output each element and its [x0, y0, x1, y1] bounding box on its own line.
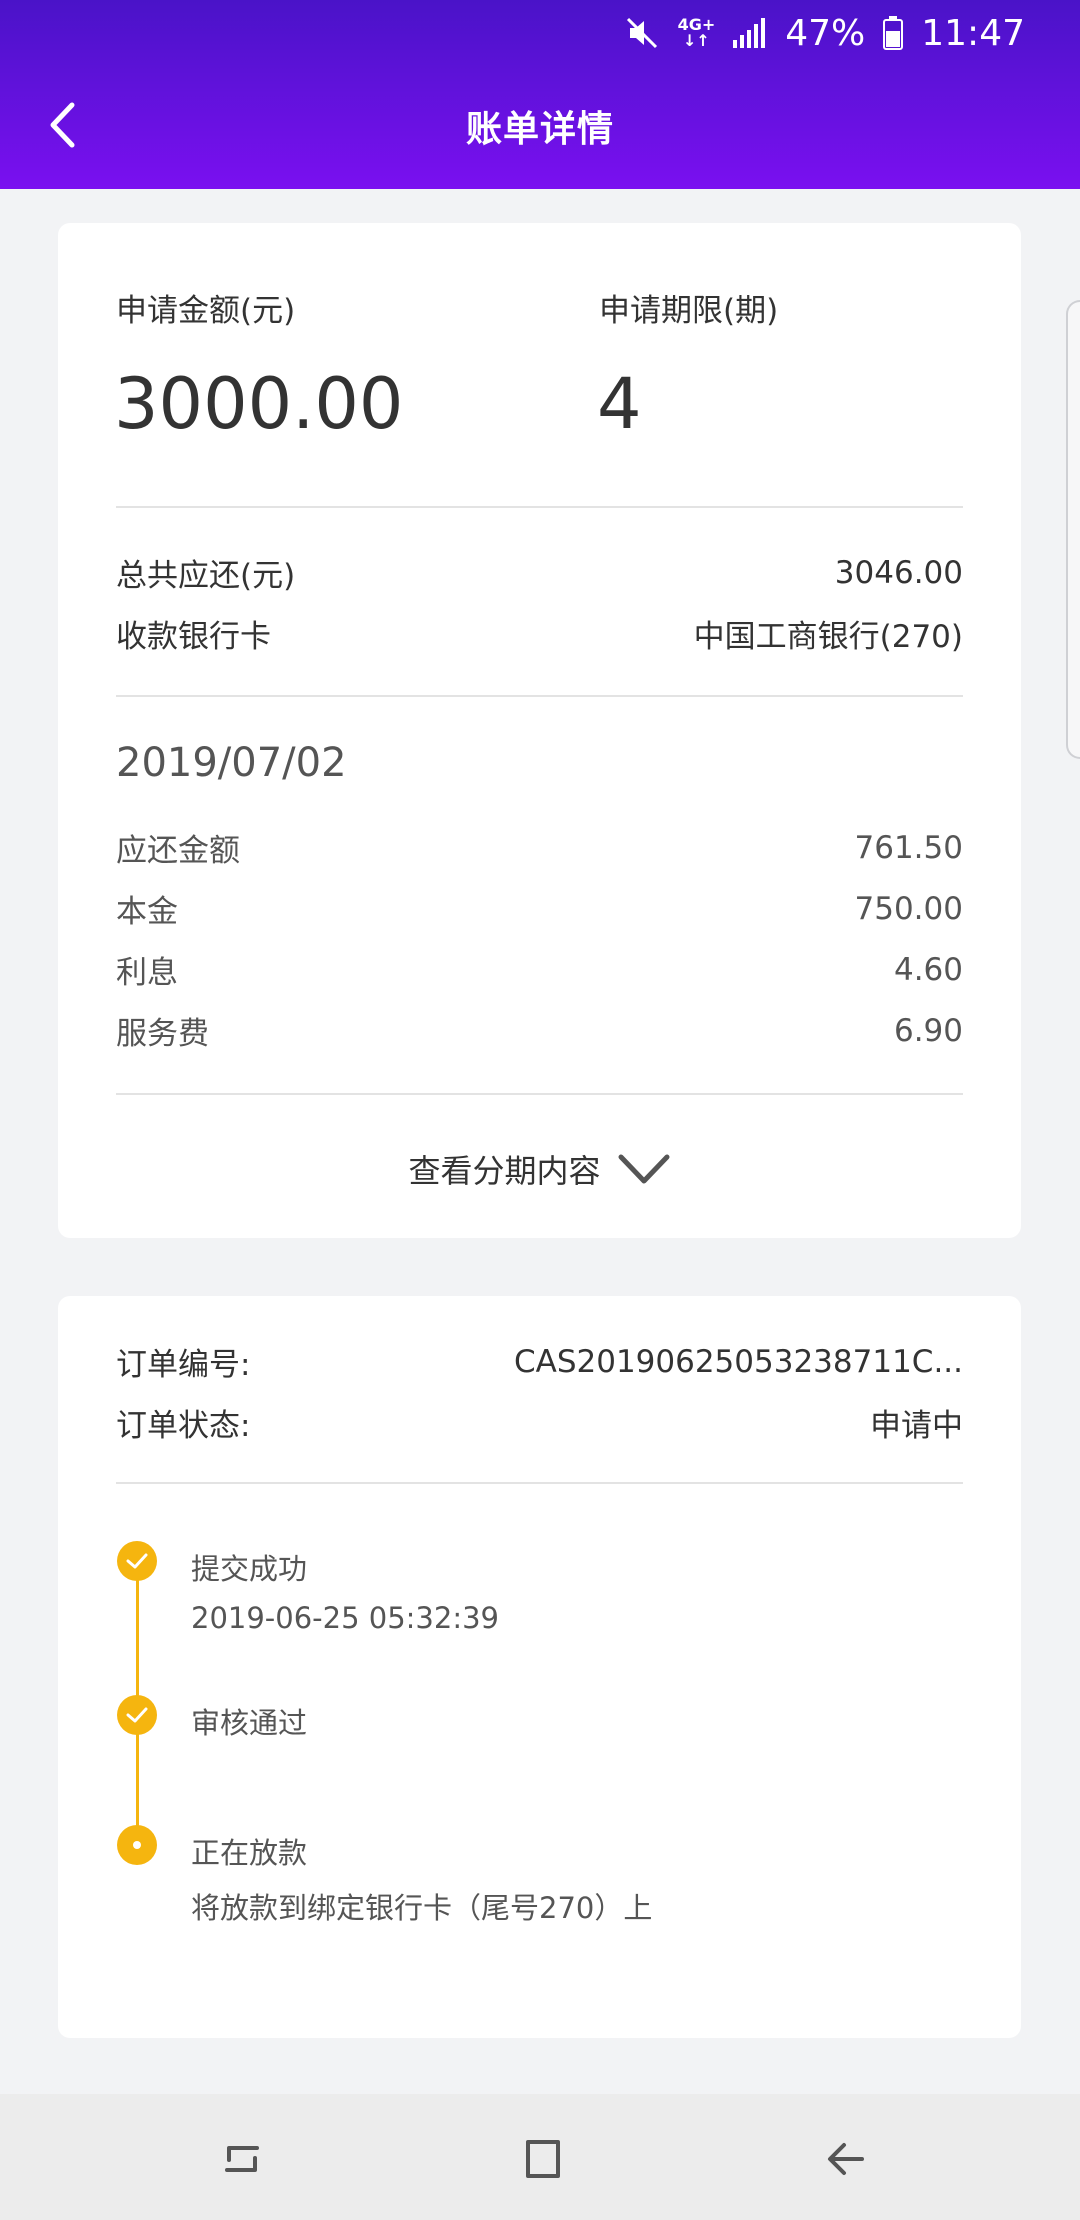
installment-row-value: 750.00	[854, 890, 963, 927]
installment-row: 本金 750.00	[116, 886, 963, 931]
recent-apps-button[interactable]	[207, 2124, 277, 2194]
bank-card-value: 中国工商银行(270)	[693, 619, 963, 655]
apply-amount-label: 申请金额(元)	[116, 293, 296, 329]
battery-percent: 47%	[785, 12, 866, 54]
apply-amount-value: 3000.00	[114, 363, 404, 445]
timeline-step-title: 审核通过	[191, 1706, 308, 1740]
order-number-label: 订单编号:	[116, 1347, 251, 1383]
bill-summary-card: 申请金额(元) 申请期限(期) 3000.00 4 总共应还(元) 3046.0…	[58, 223, 1021, 1238]
installment-row-value: 761.50	[854, 829, 963, 866]
page-title: 账单详情	[465, 109, 614, 150]
total-repay-value: 3046.00	[834, 554, 963, 591]
signal-icon	[733, 18, 767, 48]
system-back-button[interactable]	[812, 2124, 882, 2194]
back-icon	[828, 2143, 864, 2175]
system-nav-bar	[0, 2094, 1080, 2220]
divider	[116, 695, 963, 697]
timeline-step-title: 提交成功	[191, 1552, 308, 1586]
apply-term-value: 4	[597, 363, 642, 445]
divider	[116, 1482, 963, 1484]
total-repay-row: 总共应还(元) 3046.00	[116, 550, 963, 595]
current-step-icon	[117, 1825, 157, 1865]
view-installments-label: 查看分期内容	[408, 1152, 601, 1190]
network-4g-icon: 4G+ ↓↑	[677, 15, 716, 50]
installment-row-label: 服务费	[116, 1016, 209, 1052]
installment-row: 应还金额 761.50	[116, 825, 963, 870]
installment-row-label: 应还金额	[116, 833, 240, 869]
installment-row: 服务费 6.90	[116, 1008, 963, 1053]
apply-term-label: 申请期限(期)	[599, 293, 779, 329]
divider	[116, 506, 963, 508]
timeline-step-detail: 2019-06-25 05:32:39	[191, 1601, 499, 1635]
installment-row-label: 利息	[116, 955, 178, 991]
order-status-label: 订单状态:	[116, 1408, 251, 1444]
timeline-step-detail: 将放款到绑定银行卡（尾号270）上	[191, 1891, 653, 1925]
installment-row-label: 本金	[116, 894, 178, 930]
order-number-row: 订单编号: CAS20190625053238711C...	[116, 1339, 963, 1384]
status-bar: 4G+ ↓↑ 47% 11:47	[624, 8, 1025, 58]
battery-icon	[883, 16, 904, 50]
bank-card-label: 收款银行卡	[116, 619, 271, 655]
order-status-row: 订单状态: 申请中	[116, 1400, 963, 1445]
recent-apps-icon	[225, 2146, 259, 2172]
installment-row-value: 6.90	[893, 1012, 963, 1049]
installment-row: 利息 4.60	[116, 947, 963, 992]
total-repay-label: 总共应还(元)	[116, 558, 296, 594]
view-installments-button[interactable]: 查看分期内容	[58, 1146, 1021, 1192]
order-card: 订单编号: CAS20190625053238711C... 订单状态: 申请中…	[58, 1296, 1021, 2038]
home-button[interactable]	[508, 2124, 578, 2194]
chevron-down-icon	[618, 1154, 669, 1184]
clock: 11:47	[921, 12, 1025, 54]
installment-row-value: 4.60	[893, 951, 963, 988]
app-header: 4G+ ↓↑ 47% 11:47 账单详情	[0, 0, 1080, 189]
bank-card-row: 收款银行卡 中国工商银行(270)	[116, 611, 963, 656]
network-label: 4G+	[677, 15, 716, 34]
home-icon	[526, 2140, 560, 2178]
order-status-value: 申请中	[870, 1408, 963, 1444]
installment-date: 2019/07/02	[116, 740, 347, 786]
side-panel-handle[interactable]	[1066, 300, 1080, 759]
check-icon	[117, 1695, 157, 1735]
check-icon	[117, 1541, 157, 1581]
order-number-value: CAS20190625053238711C...	[513, 1343, 963, 1380]
timeline-step-title: 正在放款	[191, 1836, 308, 1870]
mute-icon	[624, 15, 660, 51]
divider	[116, 1093, 963, 1095]
